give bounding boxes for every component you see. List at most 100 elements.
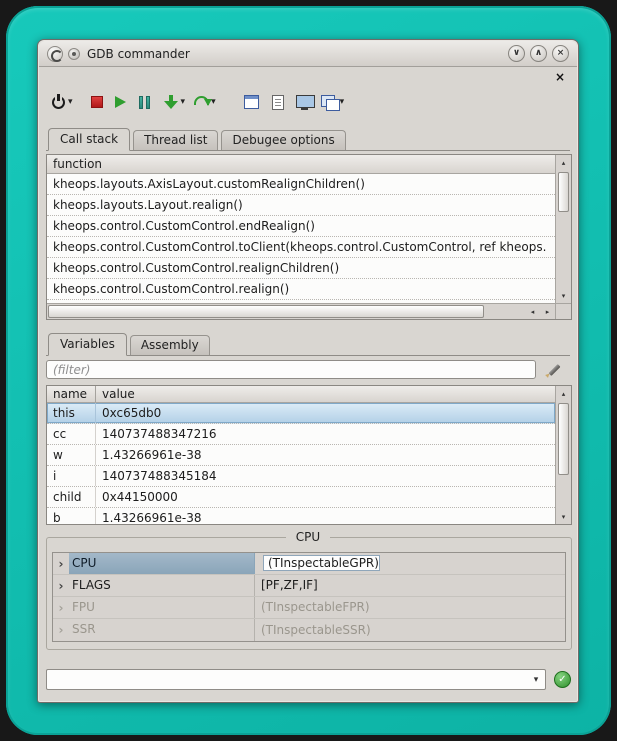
tab-thread-list[interactable]: Thread list	[133, 130, 218, 150]
target-monitor-button[interactable]	[296, 91, 313, 113]
callstack-row[interactable]: kheops.layouts.AxisLayout.customRealignC…	[47, 174, 555, 195]
step-into-dropdown-icon[interactable]: ▾	[181, 97, 186, 107]
callstack-vertical-scrollbar[interactable]: ▴ ▾	[555, 155, 571, 303]
maximize-button[interactable]: ∧	[530, 45, 547, 62]
app-icon	[47, 46, 63, 62]
callstack-row[interactable]: kheops.layouts.Layout.realign()	[47, 195, 555, 216]
command-combobox[interactable]: ▾	[46, 669, 546, 690]
step-into-icon	[164, 95, 178, 109]
confirm-button[interactable]: ✓	[554, 671, 571, 688]
cpu-row-name: CPU	[69, 553, 255, 574]
cpu-row-value: (TInspectableSSR)	[255, 620, 565, 641]
variable-name: cc	[47, 424, 96, 444]
variable-name: i	[47, 466, 96, 486]
window-title: GDB commander	[87, 47, 190, 61]
callstack-row[interactable]: kheops.control.CustomControl.realign()	[47, 279, 555, 300]
cpu-inspector-grid: › CPU (TInspectableGPR) › FLAGS [PF,ZF,I…	[52, 552, 566, 642]
dock-close-button[interactable]: ×	[554, 71, 566, 83]
scroll-down-icon[interactable]: ▾	[556, 288, 571, 303]
variable-row[interactable]: b 1.43266961e-38	[47, 508, 555, 524]
variable-row[interactable]: w 1.43266961e-38	[47, 445, 555, 466]
power-dropdown-icon[interactable]: ▾	[68, 97, 73, 107]
gdb-commander-window: GDB commander ∨ ∧ × × ▾ ▾ ▾ ▾ Cal	[37, 39, 579, 703]
titlebar[interactable]: GDB commander ∨ ∧ ×	[39, 41, 577, 67]
step-over-icon	[194, 96, 209, 105]
variable-value: 0x44150000	[96, 487, 555, 507]
run-button[interactable]	[113, 91, 129, 113]
callstack-column-header[interactable]: function	[47, 155, 555, 174]
variable-row[interactable]: child 0x44150000	[47, 487, 555, 508]
column-header-name[interactable]: name	[47, 386, 96, 402]
callstack-horizontal-scrollbar[interactable]: ◂ ▸	[47, 303, 555, 319]
shade-button[interactable]: ∨	[508, 45, 525, 62]
variable-value: 1.43266961e-38	[96, 508, 555, 524]
command-input[interactable]	[47, 670, 527, 689]
cpu-row[interactable]: › FLAGS [PF,ZF,IF]	[53, 575, 565, 597]
column-header-value[interactable]: value	[96, 386, 555, 402]
cpu-row-value: (TInspectableGPR)	[255, 553, 565, 574]
tab-call-stack[interactable]: Call stack	[48, 128, 130, 151]
cpu-groupbox-caption: CPU	[38, 530, 578, 544]
expander-icon[interactable]: ›	[53, 554, 69, 574]
tab-debugee-options[interactable]: Debugee options	[221, 130, 345, 150]
scrollbar-corner	[555, 303, 571, 319]
variable-value: 1.43266961e-38	[96, 445, 555, 465]
callstack-row[interactable]: kheops.control.CustomControl.endRealign(…	[47, 216, 555, 237]
monitor-icon	[296, 95, 313, 110]
variables-table: name value this 0xc65db0 cc 140737488347…	[47, 386, 555, 524]
expander-icon[interactable]: ›	[53, 576, 69, 596]
scrollbar-thumb[interactable]	[558, 172, 569, 212]
cpu-row-disabled[interactable]: › FPU (TInspectableFPR)	[53, 597, 565, 619]
scroll-right-icon[interactable]: ▸	[540, 304, 555, 319]
cpu-row-value: [PF,ZF,IF]	[255, 575, 565, 596]
debug-toolbar: ▾ ▾ ▾ ▾	[50, 86, 570, 118]
watch-window-button[interactable]	[244, 91, 260, 113]
windows-button[interactable]	[321, 91, 338, 113]
variable-value: 0xc65db0	[96, 403, 555, 423]
check-icon: ✓	[558, 675, 566, 685]
stop-icon	[91, 96, 103, 108]
variable-row[interactable]: i 140737488345184	[47, 466, 555, 487]
variable-name: this	[47, 403, 96, 423]
scrollbar-thumb[interactable]	[558, 403, 569, 475]
cpu-row-name: FLAGS	[69, 575, 255, 596]
cpu-row-disabled[interactable]: › SSR (TInspectableSSR)	[53, 619, 565, 641]
scroll-up-icon[interactable]: ▴	[556, 155, 571, 170]
variable-row[interactable]: cc 140737488347216	[47, 424, 555, 445]
pause-icon	[139, 96, 150, 109]
form-icon	[244, 95, 259, 109]
combo-dropdown-icon[interactable]: ▾	[527, 670, 545, 689]
scroll-left-icon[interactable]: ◂	[525, 304, 540, 319]
tab-variables[interactable]: Variables	[48, 333, 127, 356]
variable-value: 140737488347216	[96, 424, 555, 444]
page-tab-bar: Call stack Thread list Debugee options	[46, 126, 570, 151]
callstack-row[interactable]: kheops.control.CustomControl.realignChil…	[47, 258, 555, 279]
cpu-value-editor[interactable]: (TInspectableGPR)	[263, 555, 380, 571]
step-over-dropdown-icon[interactable]: ▾	[211, 97, 216, 107]
cpu-row-name: SSR	[69, 619, 255, 641]
callstack-list: function kheops.layouts.AxisLayout.custo…	[47, 155, 555, 303]
expander-icon[interactable]: ›	[53, 598, 69, 618]
cpu-row-selected[interactable]: › CPU (TInspectableGPR)	[53, 553, 565, 575]
cpu-row-name: FPU	[69, 597, 255, 618]
variable-row-selected[interactable]: this 0xc65db0	[47, 403, 555, 424]
callstack-row[interactable]: kheops.control.CustomControl.toClient(kh…	[47, 237, 555, 258]
windows-dropdown-icon[interactable]: ▾	[340, 97, 345, 107]
stop-button[interactable]	[89, 91, 105, 113]
scroll-down-icon[interactable]: ▾	[556, 509, 571, 524]
step-over-button[interactable]	[193, 91, 209, 113]
edit-pen-icon[interactable]	[546, 362, 564, 378]
variables-panel: name value this 0xc65db0 cc 140737488347…	[46, 385, 572, 525]
scroll-up-icon[interactable]: ▴	[556, 386, 571, 401]
tab-assembly[interactable]: Assembly	[130, 335, 210, 355]
power-button[interactable]	[50, 91, 66, 113]
expander-icon[interactable]: ›	[53, 620, 69, 640]
step-into-button[interactable]	[163, 91, 179, 113]
variables-vertical-scrollbar[interactable]: ▴ ▾	[555, 386, 571, 524]
variables-filter-input[interactable]	[46, 360, 536, 379]
close-button[interactable]: ×	[552, 45, 569, 62]
pause-button[interactable]	[137, 91, 153, 113]
scrollbar-thumb[interactable]	[48, 305, 484, 318]
variable-name: child	[47, 487, 96, 507]
source-list-button[interactable]	[270, 91, 286, 113]
